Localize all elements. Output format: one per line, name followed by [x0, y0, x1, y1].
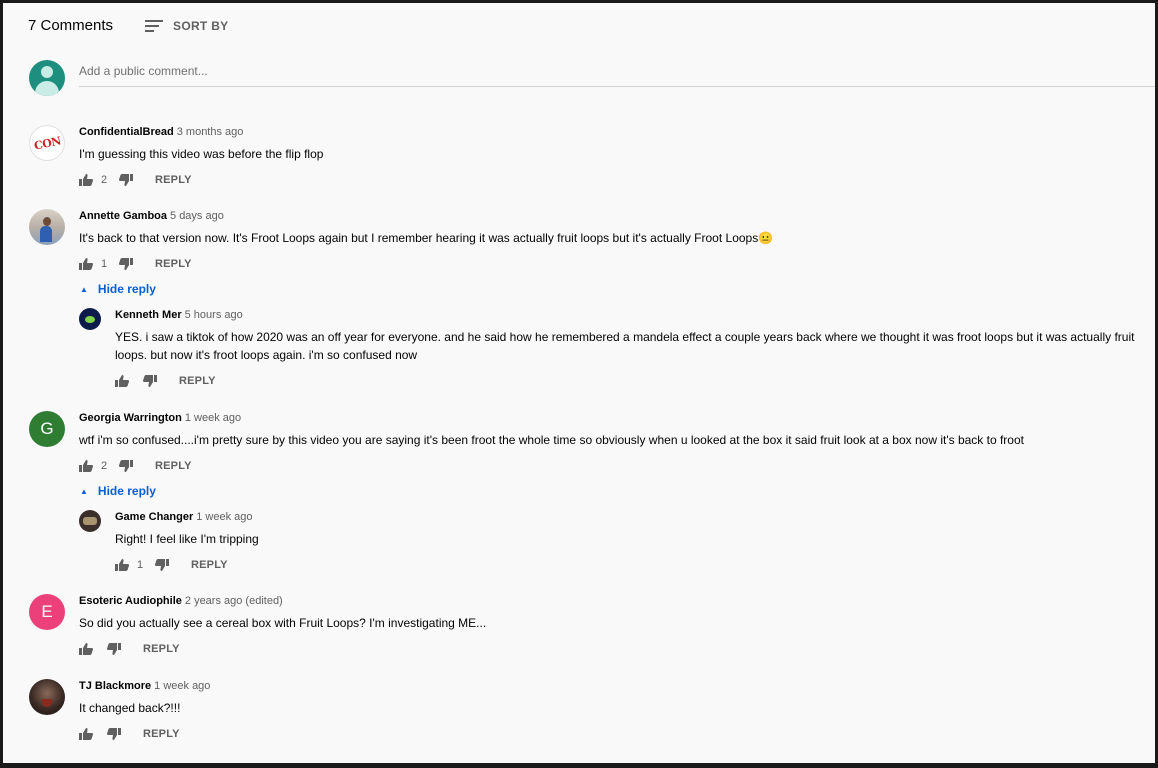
caret-up-icon: ▲	[80, 284, 88, 294]
comment-author[interactable]: TJ Blackmore	[79, 680, 151, 692]
reply-button[interactable]: REPLY	[179, 375, 216, 387]
comment-actions: REPLY	[115, 373, 1140, 389]
reply-thread: Kenneth Mer 5 hours ago YES. i saw a tikt…	[79, 308, 1140, 389]
comment-time[interactable]: 2 years ago (edited)	[185, 595, 283, 607]
like-icon[interactable]	[79, 460, 93, 472]
reply-button[interactable]: REPLY	[191, 559, 228, 571]
reply-button[interactable]: REPLY	[155, 174, 192, 186]
comment-text: I'm guessing this video was before the f…	[79, 147, 324, 161]
comment-author[interactable]: Annette Gamboa	[79, 210, 167, 222]
hide-reply-label: Hide reply	[97, 484, 156, 498]
dislike-icon[interactable]	[119, 258, 133, 270]
sort-icon	[145, 19, 164, 33]
like-count: 1	[137, 559, 144, 571]
comment-thread: TJ Blackmore 1 week ago It changed back?!…	[29, 679, 210, 742]
avatar[interactable]: CON	[29, 125, 65, 161]
comment-text: It changed back?!!!	[79, 701, 181, 715]
comment-text: It's back to that version now. It's Froo…	[79, 231, 774, 245]
comment-actions: 2 REPLY	[79, 172, 323, 188]
like-count: 1	[101, 258, 108, 270]
avatar-letter: E	[41, 602, 53, 621]
comment-author[interactable]: ConfidentialBread	[79, 126, 174, 138]
comment-thread: Annette Gamboa 5 days ago It's back to th…	[29, 209, 773, 272]
comment-actions: REPLY	[79, 726, 210, 742]
comment-time[interactable]: 1 week ago	[196, 511, 252, 523]
avatar[interactable]: E	[29, 594, 65, 630]
comment-actions: 1 REPLY	[79, 256, 773, 272]
add-comment-row	[29, 60, 1155, 96]
dislike-icon[interactable]	[107, 728, 121, 740]
comments-header: 7 Comments SORT BY	[28, 17, 228, 34]
hide-reply-toggle[interactable]: ▲ Hide reply	[80, 484, 156, 498]
dislike-icon[interactable]	[119, 460, 133, 472]
comment-author[interactable]: Esoteric Audiophile	[79, 595, 182, 607]
avatar[interactable]	[29, 209, 65, 245]
like-icon[interactable]	[79, 643, 93, 655]
comment-actions: 1 REPLY	[115, 557, 259, 573]
like-icon[interactable]	[115, 559, 129, 571]
comments-section: 7 Comments SORT BY CON ConfidentialBread…	[3, 3, 1155, 763]
comment-time[interactable]: 1 week ago	[154, 680, 210, 692]
dislike-icon[interactable]	[119, 174, 133, 186]
reply-button[interactable]: REPLY	[155, 258, 192, 270]
comment-time[interactable]: 5 hours ago	[185, 309, 243, 321]
add-comment-input[interactable]	[79, 60, 1155, 78]
hide-reply-toggle[interactable]: ▲ Hide reply	[80, 282, 156, 296]
dislike-icon[interactable]	[107, 643, 121, 655]
comment-count: 7 Comments	[28, 17, 114, 34]
user-avatar	[29, 60, 65, 96]
comment-thread: G Georgia Warrington 1 week ago wtf i'm s…	[29, 411, 1024, 474]
avatar[interactable]	[29, 679, 65, 715]
caret-up-icon: ▲	[80, 486, 88, 496]
comment-time[interactable]: 1 week ago	[185, 412, 241, 424]
avatar[interactable]: G	[29, 411, 65, 447]
like-icon[interactable]	[79, 174, 93, 186]
comment-text: YES. i saw a tiktok of how 2020 was an o…	[115, 330, 1135, 362]
sort-by-button[interactable]: SORT BY	[145, 19, 228, 33]
avatar[interactable]	[79, 308, 101, 330]
hide-reply-label: Hide reply	[97, 282, 156, 296]
comment-author[interactable]: Georgia Warrington	[79, 412, 182, 424]
comment-author[interactable]: Game Changer	[115, 511, 193, 523]
sort-by-label: SORT BY	[173, 18, 229, 33]
comment-text: Right! I feel like I'm tripping	[115, 532, 259, 546]
dislike-icon[interactable]	[143, 375, 157, 387]
comment-text: So did you actually see a cereal box wit…	[79, 616, 487, 630]
like-icon[interactable]	[79, 728, 93, 740]
comment-time[interactable]: 3 months ago	[177, 126, 244, 138]
like-count: 2	[101, 460, 108, 472]
reply-button[interactable]: REPLY	[155, 460, 192, 472]
comment-actions: REPLY	[79, 641, 486, 657]
reply-thread: Game Changer 1 week ago Right! I feel lik…	[79, 510, 259, 573]
like-count: 2	[101, 174, 108, 186]
dislike-icon[interactable]	[155, 559, 169, 571]
reply-button[interactable]: REPLY	[143, 728, 180, 740]
comment-actions: 2 REPLY	[79, 458, 1024, 474]
comment-thread: E Esoteric Audiophile 2 years ago (edited…	[29, 594, 486, 657]
avatar-logo-text: CON	[32, 133, 62, 153]
like-icon[interactable]	[79, 258, 93, 270]
comment-text: wtf i'm so confused....i'm pretty sure b…	[79, 433, 1024, 447]
reply-button[interactable]: REPLY	[143, 643, 180, 655]
avatar-letter: G	[40, 419, 54, 438]
comment-author[interactable]: Kenneth Mer	[115, 309, 182, 321]
avatar[interactable]	[79, 510, 101, 532]
comment-time[interactable]: 5 days ago	[170, 210, 224, 222]
comment-thread: CON ConfidentialBread 3 months ago I'm gu…	[29, 125, 323, 188]
like-icon[interactable]	[115, 375, 129, 387]
